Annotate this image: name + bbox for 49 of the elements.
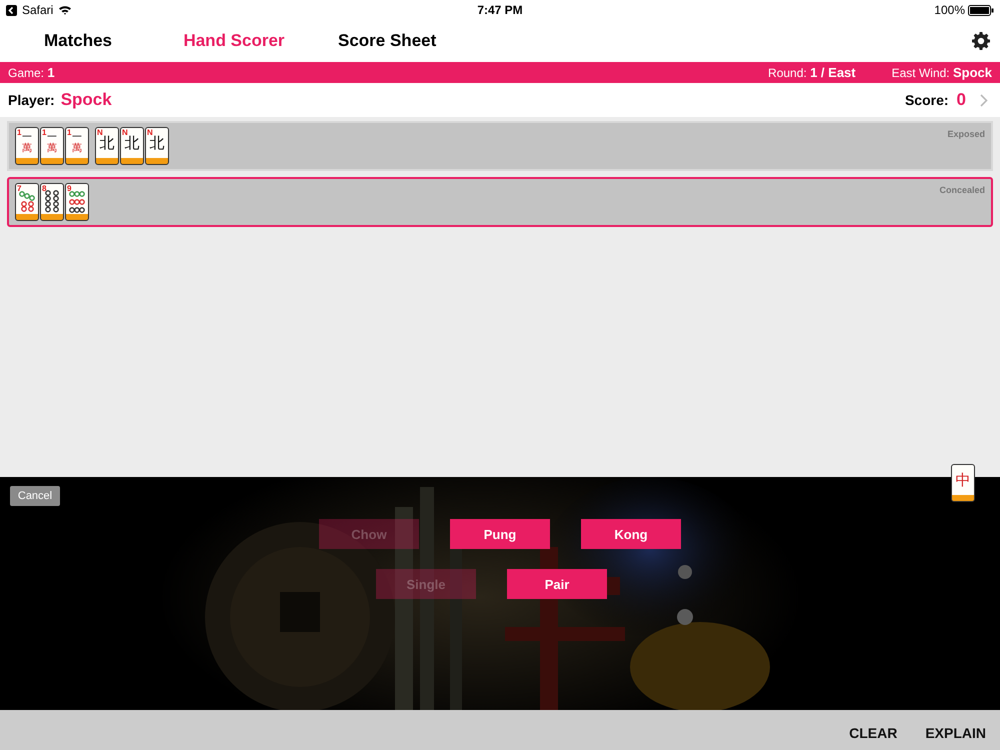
tile-rank: 8 [42,184,46,193]
tile-glyph: 一 [22,132,32,143]
settings-icon[interactable] [972,32,990,50]
score-label: Score: [904,92,949,108]
tile-glyph: 北 [150,134,164,152]
action-button[interactable]: Kong [581,519,681,549]
tile-rank: 1 [17,128,22,137]
game-number: 1 [47,65,55,80]
back-app-label[interactable]: Safari [22,3,54,17]
tile-rank: 1 [42,128,46,137]
battery-icon [968,4,994,16]
round-value: 1 / East [810,65,856,80]
score-value: 0 [956,90,966,110]
action-button[interactable]: Pung [450,519,550,549]
tile-glyph: 北 [124,134,140,152]
wifi-icon [58,5,72,15]
tile-rank: 1 [67,128,72,137]
tile-rank: N [147,128,153,137]
round-label: Round: [768,66,807,80]
player-label: Player: [8,92,55,108]
back-icon[interactable] [6,4,17,16]
tile-rank: N [97,128,103,137]
tile-rank: N [122,128,128,137]
tile-glyph: 中 [956,471,970,489]
tab[interactable]: Score Sheet [338,31,494,51]
tile-glyph: 北 [100,134,114,152]
clock-time: 7:47 PM [477,3,523,17]
battery-percent: 100% [934,3,965,17]
cancel-button[interactable]: Cancel [10,486,60,506]
mahjong-tile[interactable]: 7 [15,183,39,221]
tile-glyph: 萬 [47,143,57,154]
tab[interactable]: Matches [0,31,156,51]
east-wind-player: Spock [952,65,992,80]
toolbar-button[interactable]: CLEAR [849,725,898,741]
action-button[interactable]: Pair [507,569,607,599]
mahjong-tile[interactable]: 中 [951,464,975,502]
tile-glyph: 一 [47,132,57,143]
mahjong-tile[interactable]: 9 [65,183,89,221]
tile-glyph: 一 [72,132,82,143]
tile-glyph: 萬 [72,143,82,154]
tab[interactable]: Hand Scorer [156,31,312,51]
mahjong-tile[interactable]: 8 [40,183,64,221]
toolbar-button[interactable]: EXPLAIN [925,725,986,741]
tile-glyph: 萬 [22,143,32,154]
east-wind-label: East Wind: [892,66,950,80]
tile-rank: 7 [17,184,22,193]
player-name[interactable]: Spock [60,90,112,110]
tile-rank: 9 [67,184,72,193]
game-label: Game: [8,66,44,80]
